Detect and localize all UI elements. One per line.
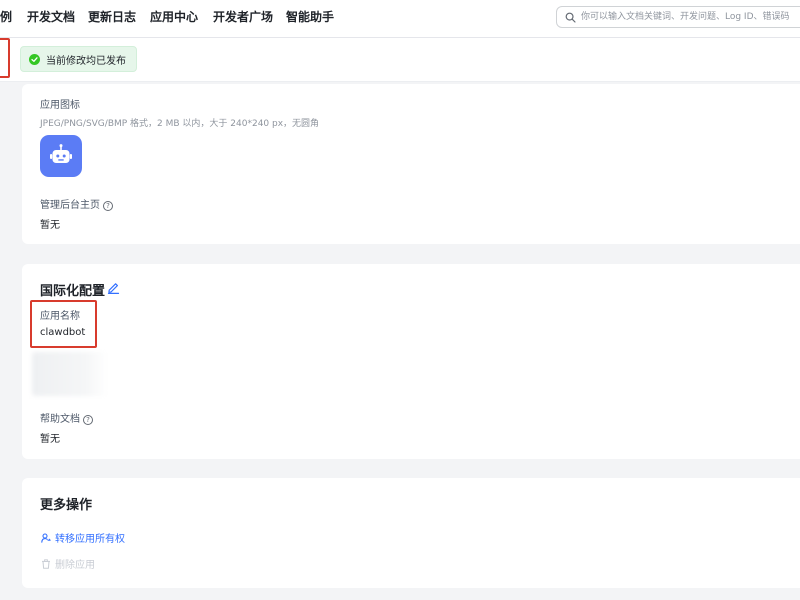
- help-doc-label-row: 帮助文档?: [40, 410, 93, 425]
- search-icon: [565, 12, 576, 23]
- i18n-config-card: [22, 264, 800, 459]
- trash-icon: [42, 558, 50, 569]
- help-question-icon[interactable]: ?: [83, 415, 93, 425]
- publish-status-text: 当前修改均已发布: [46, 55, 126, 67]
- edit-pencil-icon[interactable]: [107, 281, 120, 294]
- nav-item-examples[interactable]: 例: [0, 0, 12, 36]
- top-navigation-bar: 例 开发文档 更新日志 应用中心 开发者广场 智能助手: [0, 0, 800, 38]
- nav-item-dev-plaza[interactable]: 开发者广场: [213, 0, 273, 36]
- app-icon[interactable]: [40, 135, 82, 177]
- redacted-blur-area: [32, 352, 108, 396]
- user-transfer-icon: [41, 532, 51, 543]
- help-doc-label: 帮助文档: [40, 414, 80, 425]
- admin-home-label: 管理后台主页: [40, 200, 100, 211]
- nav-item-changelog[interactable]: 更新日志: [88, 0, 136, 36]
- nav-item-ai-assistant[interactable]: 智能助手: [286, 0, 334, 36]
- basic-info-card: [22, 84, 800, 244]
- nav-item-app-center[interactable]: 应用中心: [150, 0, 198, 36]
- robot-icon: [50, 144, 72, 163]
- check-circle-icon: [29, 53, 40, 65]
- transfer-ownership-label: 转移应用所有权: [55, 534, 125, 545]
- more-actions-card: [22, 478, 800, 588]
- app-icon-hint: JPEG/PNG/SVG/BMP 格式，2 MB 以内，大于 240*240 p…: [40, 119, 320, 129]
- i18n-section-title: 国际化配置: [40, 284, 106, 299]
- transfer-ownership-link[interactable]: 转移应用所有权: [41, 530, 125, 545]
- admin-home-label-row: 管理后台主页?: [40, 196, 113, 211]
- more-actions-title: 更多操作: [40, 498, 93, 513]
- highlight-box-app-name: [30, 300, 97, 348]
- nav-item-dev-docs[interactable]: 开发文档: [27, 0, 75, 36]
- help-doc-value: 暂无: [40, 434, 60, 445]
- help-question-icon[interactable]: ?: [103, 201, 113, 211]
- delete-app-link[interactable]: 删除应用: [41, 556, 95, 571]
- app-icon-label: 应用图标: [40, 100, 80, 111]
- search-input[interactable]: [581, 9, 800, 25]
- admin-home-value: 暂无: [40, 220, 60, 231]
- highlight-box-left-edge: [0, 38, 10, 78]
- publish-status-badge: 当前修改均已发布: [20, 46, 137, 72]
- search-box[interactable]: [556, 6, 800, 28]
- delete-app-label: 删除应用: [55, 560, 95, 571]
